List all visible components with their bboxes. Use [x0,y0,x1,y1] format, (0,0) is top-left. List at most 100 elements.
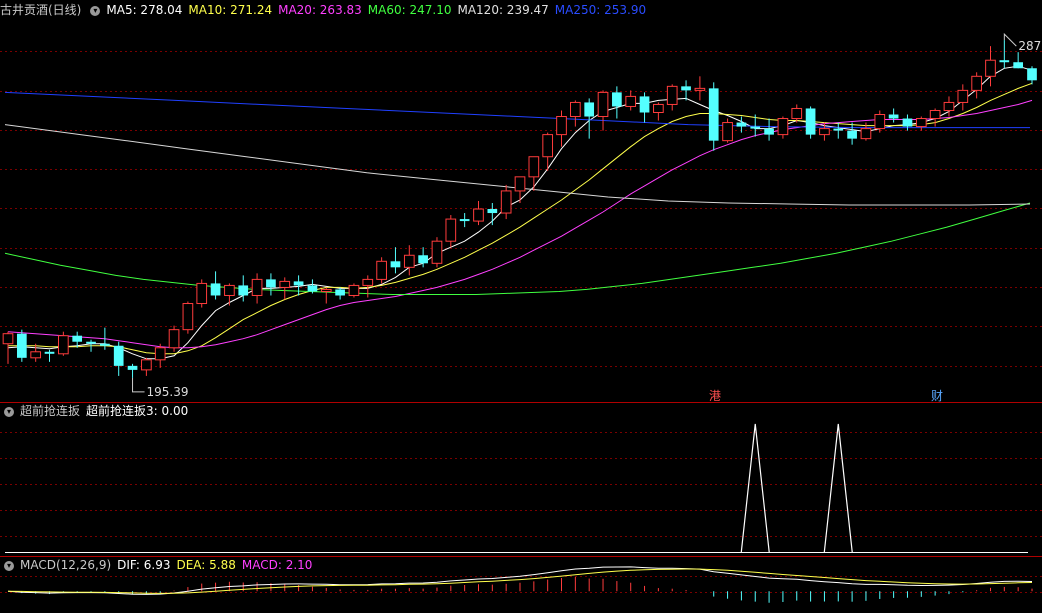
candle-body [335,289,345,296]
candle-body [16,333,27,358]
candle-body [431,240,443,264]
chart-canvas[interactable]: 287.24 195.39 港 财 [0,0,1042,613]
candle-body [168,329,180,349]
low-label: 195.39 [147,385,189,399]
candle-body [113,345,124,366]
chevron-down-icon[interactable]: ▾ [4,560,14,571]
candle-body [1027,68,1037,81]
macd-dea: DEA: 5.88 [176,558,236,572]
candle-body [584,102,595,117]
indicator-spike [823,423,853,553]
candle-body [376,260,387,280]
candle-body [390,261,401,268]
candle-body [500,190,512,214]
high-label: 287.24 [1018,39,1042,53]
candle-body [929,109,941,120]
candle-body [819,128,830,136]
candle-body [888,114,899,119]
candle-body [30,351,42,359]
candle-body [1013,62,1024,69]
candle-body [971,75,982,91]
candle-body [694,87,706,91]
candle-body [266,279,276,288]
candle-body [514,176,526,192]
candle-body [681,86,691,91]
candle-body [2,333,14,345]
candle-body [362,278,374,286]
candle-body [666,85,678,105]
candle-body [210,283,221,296]
candle-body [528,156,540,178]
ma-line-ma5 [7,65,1033,360]
candle-body [418,255,428,264]
candle-body [279,280,291,288]
candle-body [736,122,747,127]
candle-body [86,341,96,344]
candle-body [320,288,332,292]
candle-body [487,209,498,214]
candle-body [777,118,789,136]
candle-body [570,101,581,118]
ma-line-ma120 [4,124,1031,206]
candle-body [708,88,719,141]
candle-body [72,335,83,342]
candle-body [612,92,622,107]
chevron-down-icon[interactable]: ▾ [90,5,101,16]
main-legend: 古井贡酒(日线) ▾ MA5: 278.04 MA10: 271.24 MA20: 26… [0,1,652,19]
candle-body [985,59,996,77]
candle-body [127,365,138,370]
stock-title: 古井贡酒(日线) [0,3,82,17]
ma250-label: MA250: 253.90 [554,3,647,17]
indicator-spike [740,423,770,553]
candle-body [902,118,913,127]
ma60-label: MA60: 247.10 [367,3,452,17]
high-pointer [1003,32,1017,47]
macd-value: MACD: 2.10 [241,558,313,572]
candle-body [805,108,816,135]
candle-body [957,89,969,103]
candle-body [556,116,567,136]
ma120-label: MA120: 239.47 [457,3,549,17]
candle-body [293,281,304,286]
candle-body [251,278,263,296]
candle-body [403,254,415,268]
event-marker: 港 [709,389,721,403]
indicator-value: 超前抢连扳3: 0.00 [86,404,189,418]
macd-name: MACD(12,26,9) [20,558,112,572]
candle-body [915,118,927,128]
candle-body [791,107,803,120]
candle-body [874,114,886,130]
candle-body [307,285,318,292]
candle-body [542,134,554,158]
chevron-down-icon[interactable]: ▾ [4,406,14,417]
candle-body [860,128,872,140]
candle-body [58,335,69,355]
candle-body [154,347,166,361]
candle-body [445,218,457,242]
candle-body [44,351,55,354]
candle-body [764,128,774,135]
macd-legend: ▾ MACD(12,26,9) DIF: 6.93 DEA: 5.88 MACD: 2.… [0,556,318,574]
candle-body [348,284,360,296]
candle-body [943,101,955,111]
ma20-label: MA20: 263.83 [278,3,362,17]
candle-body [182,303,194,331]
candle-body [750,126,761,129]
candle-body [847,130,857,139]
indicator-name: 超前抢连扳 [20,404,81,418]
candle-body [833,128,844,131]
ma5-label: MA5: 278.04 [106,3,183,17]
candle-body [639,96,650,113]
candle-body [999,60,1010,63]
event-marker: 财 [931,389,943,403]
ma10-label: MA10: 271.24 [188,3,273,17]
candle-body [238,285,249,296]
candle-body [597,91,609,118]
candle-body [100,343,110,346]
candle-body [722,122,733,142]
ma-line-ma20 [7,99,1033,349]
candle-body [653,103,664,113]
candle-body [625,95,637,107]
candle-body [196,282,208,305]
candle-body [141,359,152,371]
